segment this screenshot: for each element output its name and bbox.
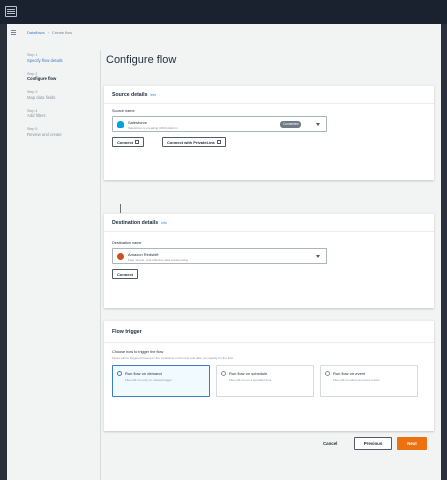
step-label: Specify flow details xyxy=(27,57,63,63)
console-content: Dataflows › Create flow Step 1 Specify flo… xyxy=(7,24,441,480)
flow-trigger-heading: Flow trigger xyxy=(104,321,434,343)
left-rail xyxy=(0,24,7,480)
destination-name-label: Destination name xyxy=(112,241,142,245)
source-selected-description: Salesforce is a leading CRM platform xyxy=(128,126,178,130)
aws-logo-icon[interactable] xyxy=(5,6,17,17)
flow-trigger-panel: Flow trigger Choose how to trigger the f… xyxy=(104,320,434,431)
previous-button[interactable]: Previous xyxy=(354,437,392,450)
redshift-icon xyxy=(117,253,124,260)
source-info-link[interactable]: Info xyxy=(150,93,156,97)
option-title: Run flow on schedule xyxy=(229,371,268,376)
trigger-on-event-option[interactable]: Run flow on event Flow will run when an … xyxy=(320,365,418,397)
wizard-step-1[interactable]: Step 1 Specify flow details xyxy=(27,53,87,63)
external-link-icon xyxy=(216,140,221,144)
breadcrumb-current: Create flow xyxy=(51,30,73,35)
privatelink-label: Connect with PrivateLink xyxy=(167,139,215,145)
option-description: Flow will run only on manual trigger xyxy=(125,378,173,382)
step-label: Map data fields xyxy=(27,94,56,100)
breadcrumb: Dataflows › Create flow xyxy=(27,30,72,35)
option-description: Flow will run when an event occurs xyxy=(333,378,380,382)
hamburger-menu-icon[interactable] xyxy=(11,30,16,35)
source-connect-label: Connect xyxy=(117,139,133,145)
radio-button[interactable] xyxy=(325,371,330,376)
trigger-on-schedule-option[interactable]: Run flow on schedule Flow will run on a … xyxy=(216,365,314,397)
step-label: Review and create xyxy=(27,131,62,137)
next-button[interactable]: Next xyxy=(397,437,427,450)
breadcrumb-dataflows-link[interactable]: Dataflows xyxy=(27,30,45,35)
right-rail xyxy=(441,24,447,480)
destination-selected-title: Amazon Redshift xyxy=(128,252,159,257)
destination-connect-label: Connect xyxy=(117,271,133,277)
source-details-heading: Source details Info xyxy=(104,86,434,104)
option-title: Run flow on event xyxy=(333,371,366,376)
destination-selected-description: Fast, simple, cost-effective data wareho… xyxy=(128,258,188,262)
chevron-down-icon xyxy=(316,123,320,126)
source-details-panel: Source details Info Source name Salesforc… xyxy=(104,85,434,180)
option-description: Flow will run on a specified time xyxy=(229,378,272,382)
connection-status-badge: Connected xyxy=(280,121,302,128)
radio-button[interactable] xyxy=(117,371,122,376)
source-selected-title: Salesforce xyxy=(128,120,147,125)
wizard-step-4: Step 4 Add filters xyxy=(27,109,87,119)
cancel-link[interactable]: Cancel xyxy=(323,441,337,446)
step-label: Add filters xyxy=(27,113,46,118)
connect-privatelink-button[interactable]: Connect with PrivateLink xyxy=(162,137,226,147)
trigger-on-demand-option[interactable]: Run flow on demand Flow will run only on… xyxy=(112,365,210,397)
wizard-step-3: Step 3 Map data fields xyxy=(27,90,87,100)
source-connect-button[interactable]: Connect xyxy=(112,137,144,147)
source-heading-text: Source details xyxy=(112,92,148,98)
destination-connect-button[interactable]: Connect xyxy=(112,269,138,279)
top-navigation-bar xyxy=(0,0,447,24)
radio-button[interactable] xyxy=(221,371,226,376)
trigger-hint-text: Flows will be triggered based on the con… xyxy=(112,356,234,360)
wizard-step-5: Step 5 Review and create xyxy=(27,127,87,137)
steps-divider xyxy=(100,50,101,480)
breadcrumb-separator-icon: › xyxy=(47,30,49,35)
destination-info-link[interactable]: Info xyxy=(161,221,167,225)
destination-details-heading: Destination details Info xyxy=(104,214,434,232)
source-name-select[interactable]: Salesforce Salesforce is a leading CRM p… xyxy=(112,116,327,132)
trigger-question-label: Choose how to trigger the flow xyxy=(112,350,164,354)
destination-details-panel: Destination details Info Destination name… xyxy=(104,213,434,308)
external-link-icon xyxy=(135,140,139,144)
salesforce-cloud-icon xyxy=(117,121,124,128)
wizard-steps: Step 1 Specify flow details Step 2 Confi… xyxy=(27,53,87,146)
destination-heading-text: Destination details xyxy=(112,220,159,226)
option-title: Run flow on demand xyxy=(125,371,162,376)
step-label: Configure flow xyxy=(27,76,57,81)
destination-name-select[interactable]: Amazon Redshift Fast, simple, cost-effec… xyxy=(112,248,327,264)
flow-trigger-heading-text: Flow trigger xyxy=(112,329,142,335)
wizard-step-2: Step 2 Configure flow xyxy=(27,72,87,82)
source-name-label: Source name xyxy=(112,109,135,113)
page-title: Configure flow xyxy=(106,54,177,66)
chevron-down-icon xyxy=(316,255,320,258)
